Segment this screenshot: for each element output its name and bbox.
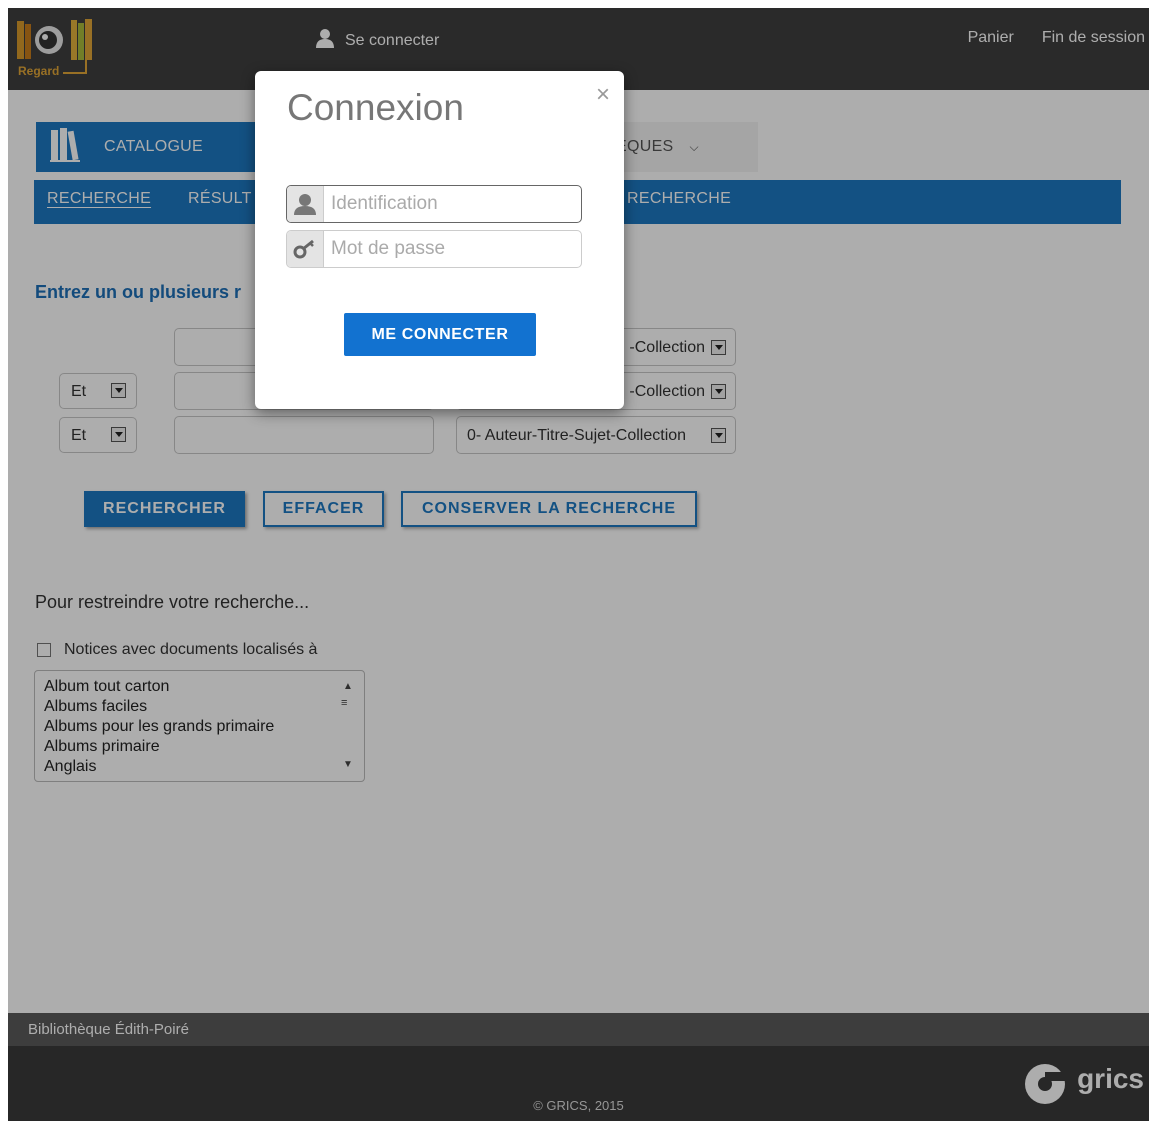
close-icon[interactable]: × bbox=[596, 81, 610, 109]
password-placeholder: Mot de passe bbox=[331, 238, 446, 259]
login-modal: Connexion × Identification Mot de passe bbox=[255, 71, 624, 409]
password-field[interactable]: Mot de passe bbox=[286, 230, 582, 268]
key-icon bbox=[287, 231, 324, 267]
page: Regard Se connecter Panier Fin de sessio… bbox=[8, 8, 1149, 1121]
user-icon bbox=[287, 186, 324, 222]
modal-title: Connexion bbox=[287, 87, 464, 128]
username-field[interactable]: Identification bbox=[286, 185, 582, 223]
username-placeholder: Identification bbox=[331, 193, 438, 214]
login-submit-button[interactable]: ME CONNECTER bbox=[344, 313, 536, 356]
